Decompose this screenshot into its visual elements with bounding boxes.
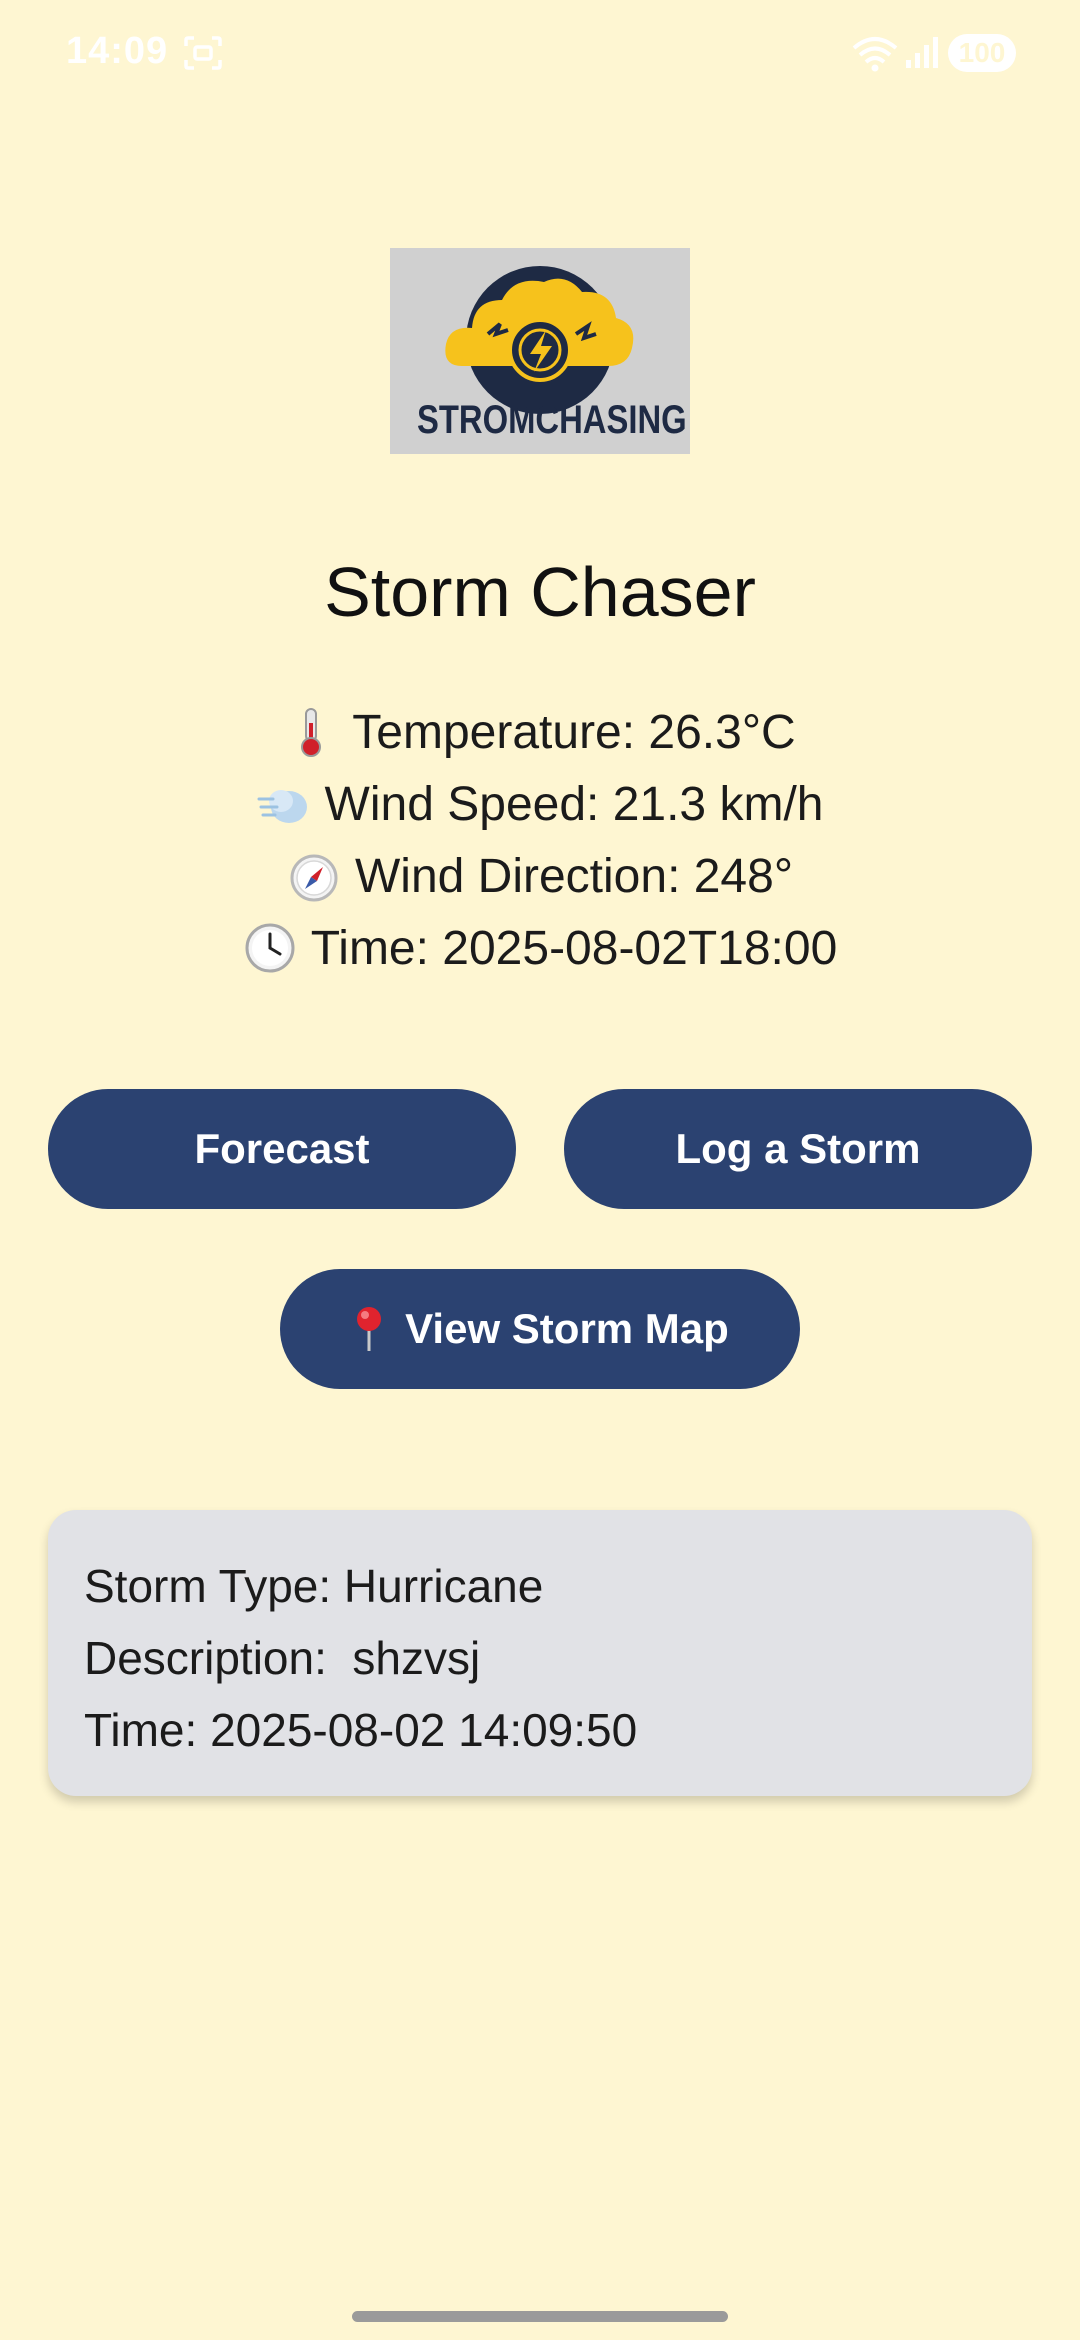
forecast-button[interactable]: Forecast	[48, 1089, 516, 1209]
temperature-row: Temperature: 26.3°C	[0, 696, 1080, 768]
view-storm-map-label: View Storm Map	[405, 1305, 729, 1352]
storm-description: Description: shzvsj	[84, 1632, 481, 1684]
storm-log-card: Storm Type: Hurricane Description: shzvs…	[48, 1510, 1032, 1796]
thermometer-icon	[284, 705, 338, 759]
storm-type: Storm Type: Hurricane	[84, 1560, 544, 1612]
map-pin-icon	[351, 1305, 387, 1353]
weather-info: Temperature: 26.3°C Wind Speed: 21.3 km/…	[0, 696, 1080, 984]
wind-direction-text: Wind Direction: 248°	[354, 849, 794, 903]
signal-icon	[904, 34, 940, 70]
wind-speed-row: Wind Speed: 21.3 km/h	[0, 768, 1080, 840]
logo-text: STROMCHASING	[417, 398, 687, 442]
screenshot-icon	[184, 36, 222, 70]
time-row: Time: 2025-08-02T18:00	[0, 912, 1080, 984]
wind-speed-text: Wind Speed: 21.3 km/h	[324, 777, 824, 831]
wifi-icon	[850, 34, 900, 72]
wind-direction-row: Wind Direction: 248°	[0, 840, 1080, 912]
storm-time: Time: 2025-08-02 14:09:50	[84, 1704, 638, 1756]
wind-icon	[257, 777, 311, 831]
clock-icon	[243, 921, 297, 975]
status-time: 14:09	[66, 30, 169, 72]
status-bar: 14:09 100	[0, 0, 1080, 105]
compass-icon	[287, 849, 341, 903]
battery-indicator: 100	[948, 34, 1016, 72]
home-indicator[interactable]	[352, 2311, 728, 2322]
log-storm-button[interactable]: Log a Storm	[564, 1089, 1032, 1209]
time-text: Time: 2025-08-02T18:00	[310, 921, 838, 975]
page-title: Storm Chaser	[324, 553, 756, 631]
temperature-text: Temperature: 26.3°C	[352, 705, 796, 759]
view-storm-map-button[interactable]: View Storm Map	[280, 1269, 800, 1389]
app-logo: STROMCHASING	[390, 248, 690, 454]
